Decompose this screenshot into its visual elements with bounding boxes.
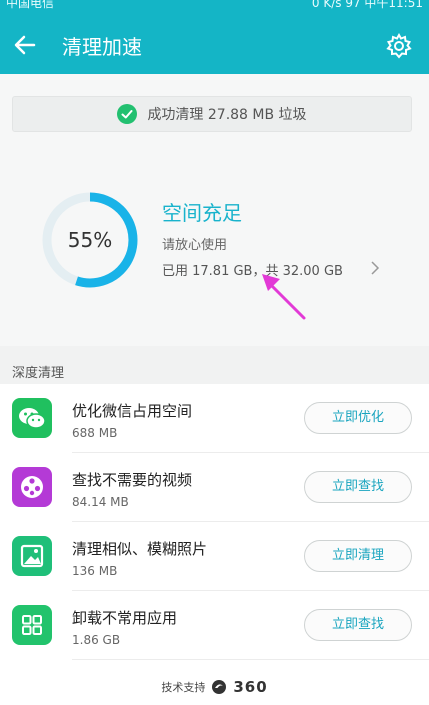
space-status-subtitle: 请放心使用 [162, 238, 228, 253]
status-bar: 中国电信 0 K/s 97 中午11:51 [0, 0, 429, 14]
page-title: 清理加速 [62, 35, 142, 59]
item-title: 查找不需要的视频 [72, 471, 193, 489]
clean-photos-button[interactable]: 立即清理 [304, 540, 412, 572]
carrier-label: 中国电信 [6, 0, 55, 10]
brand-label: 360 [233, 678, 268, 696]
item-size: 688 MB [72, 426, 118, 440]
storage-usage[interactable]: 已用 17.81 GB，共 32.00 GB [162, 260, 343, 279]
storage-percent: 55% [67, 228, 113, 252]
success-banner: 成功清理 27.88 MB 垃圾 [12, 96, 412, 132]
storage-summary: 成功清理 27.88 MB 垃圾 55% 空间充足 请放心使用 已用 17.81… [0, 74, 429, 346]
list-item-wechat[interactable]: 优化微信占用空间 688 MB 立即优化 [0, 384, 429, 453]
list-item-photos[interactable]: 清理相似、模糊照片 136 MB 立即清理 [0, 522, 429, 591]
success-message: 成功清理 27.88 MB 垃圾 [147, 107, 307, 123]
pointer-arrow-icon [262, 274, 306, 320]
status-indicators: 0 K/s 97 中午11:51 [311, 0, 423, 10]
section-header: 深度清理 [0, 346, 429, 384]
item-title: 优化微信占用空间 [72, 402, 193, 420]
list-item-videos[interactable]: 查找不需要的视频 84.14 MB 立即查找 [0, 453, 429, 522]
gear-icon [386, 32, 412, 59]
item-size: 1.86 GB [72, 633, 121, 647]
find-videos-button[interactable]: 立即查找 [304, 471, 412, 503]
item-size: 136 MB [72, 564, 118, 578]
photo-icon [12, 536, 52, 576]
video-reel-icon [12, 467, 52, 507]
settings-button[interactable] [385, 32, 413, 60]
item-title: 清理相似、模糊照片 [72, 540, 208, 558]
app-bar: 清理加速 [0, 14, 429, 74]
space-status-title: 空间充足 [162, 201, 242, 225]
list-item-apps[interactable]: 卸载不常用应用 1.86 GB 立即查找 [0, 591, 429, 660]
footer-text: 技术支持 [161, 681, 206, 694]
360-logo-icon [212, 680, 227, 694]
back-button[interactable] [10, 30, 40, 60]
optimize-wechat-button[interactable]: 立即优化 [304, 402, 412, 434]
check-circle-icon [117, 104, 138, 124]
apps-grid-icon [12, 605, 52, 645]
footer: 技术支持 360 [0, 678, 429, 702]
item-size: 84.14 MB [72, 495, 129, 509]
wechat-icon [12, 398, 52, 438]
back-arrow-icon [14, 35, 36, 55]
storage-ring: 55% [40, 190, 140, 290]
section-title: 深度清理 [12, 366, 65, 381]
find-apps-button[interactable]: 立即查找 [304, 609, 412, 641]
chevron-right-icon[interactable] [370, 261, 380, 275]
divider [72, 659, 429, 660]
item-title: 卸载不常用应用 [72, 609, 178, 627]
